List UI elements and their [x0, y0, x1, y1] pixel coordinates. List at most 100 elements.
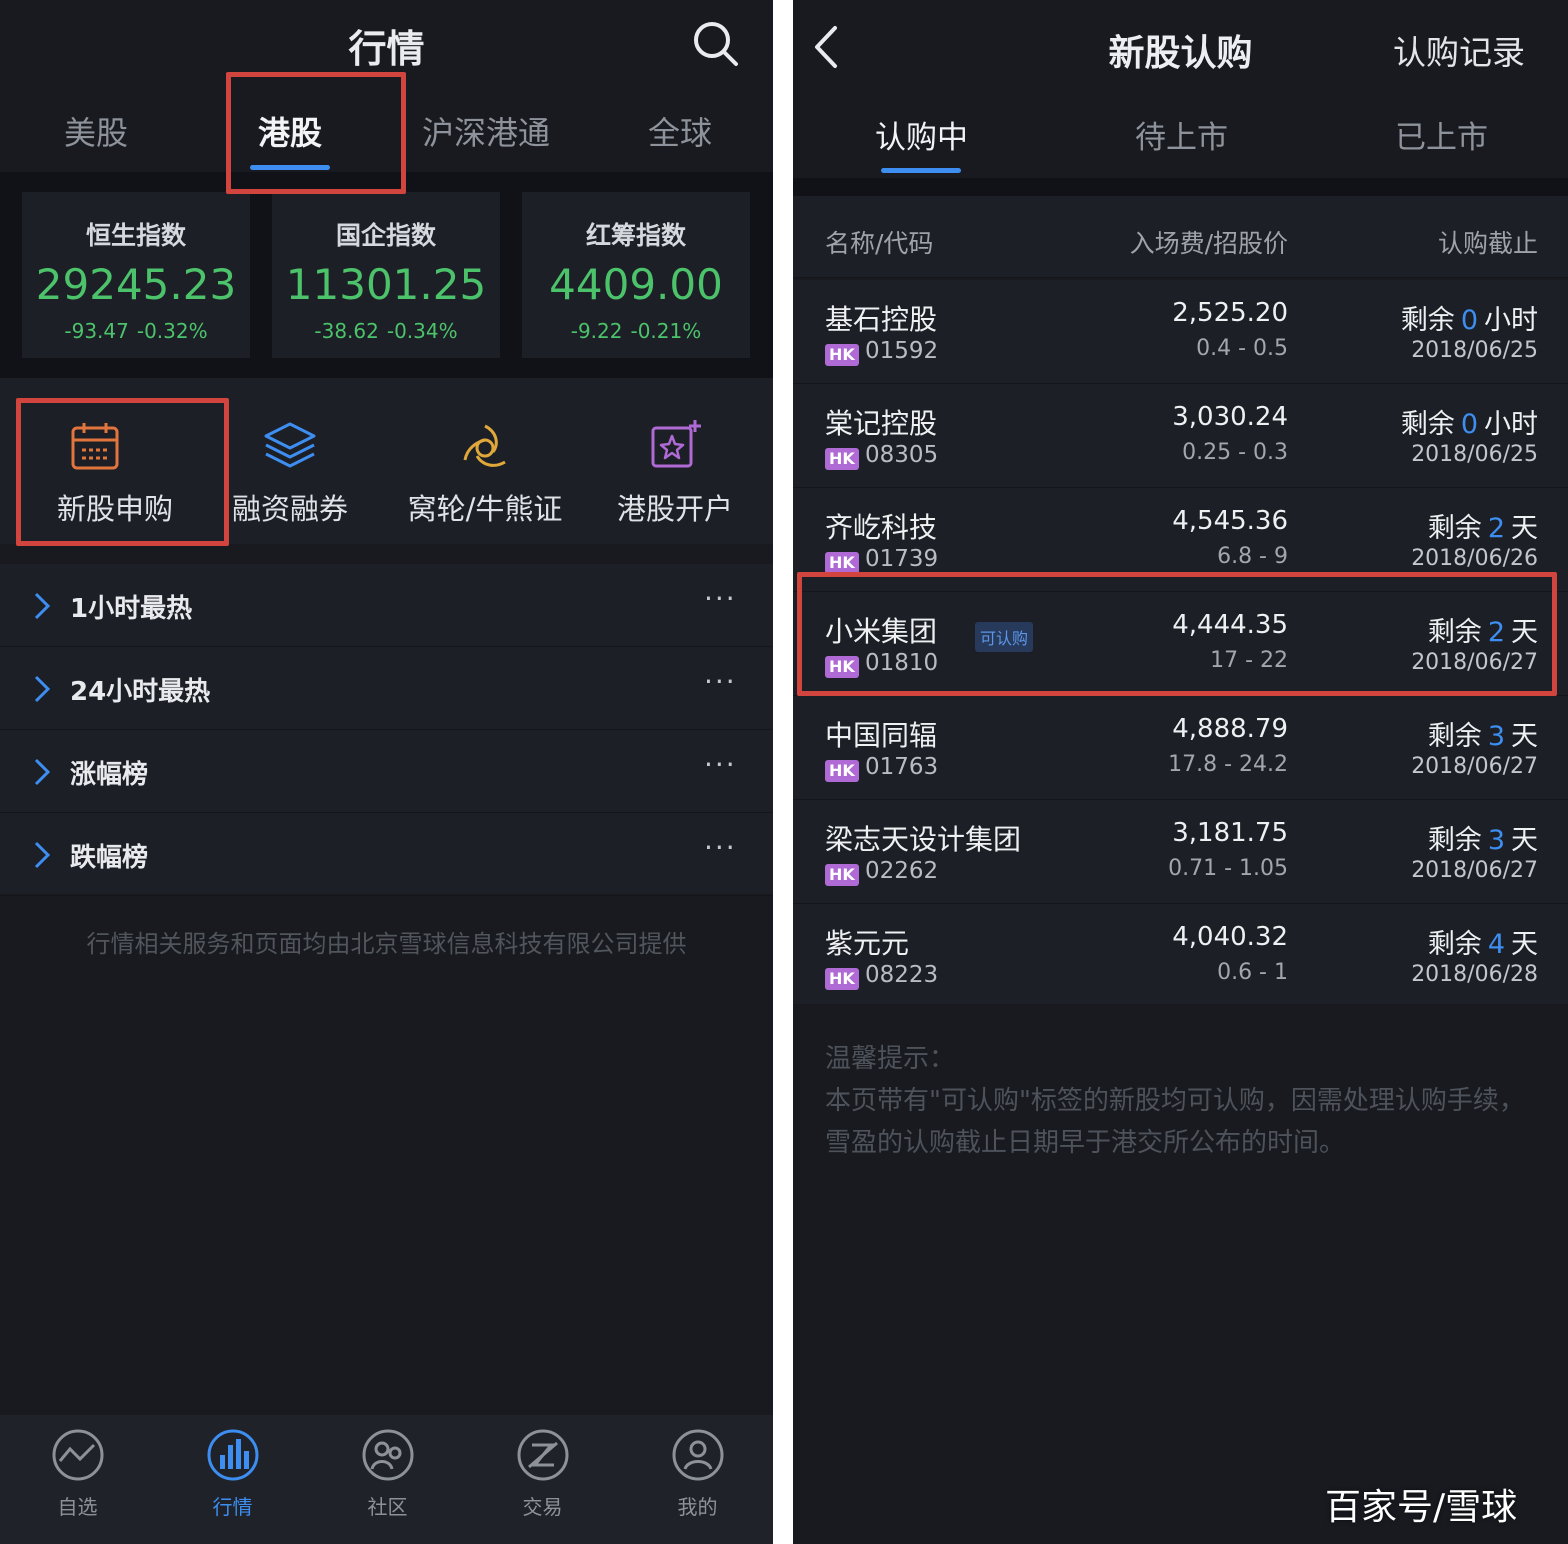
entry-fee: 2,525.20 [1172, 298, 1288, 328]
deadline-date: 2018/06/27 [1411, 754, 1538, 779]
entry-fee: 4,545.36 [1172, 506, 1288, 536]
table-row[interactable]: 棠记控股 HK 08305 3,030.24 0.25 - 0.3 剩余 0 小时 … [793, 384, 1568, 488]
tab-global[interactable]: 全球 [648, 108, 712, 154]
column-header-deadline: 认购截止 [1437, 229, 1538, 258]
ranking-lists: 1小时最热 ··· 24小时最热 ··· 涨幅榜 ··· 跌幅榜 ··· [0, 564, 773, 896]
index-card-redchip[interactable]: 红筹指数 4409.00 -9.22 -0.21% [522, 192, 750, 358]
column-header-name: 名称/代码 [825, 229, 934, 258]
chevron-right-icon [34, 841, 51, 869]
table-header: 名称/代码 入场费/招股价 认购截止 [793, 196, 1568, 278]
highlight-box-xiaomi-row [797, 572, 1557, 696]
stock-name: 棠记控股 [825, 407, 938, 440]
index-card-hscei[interactable]: 国企指数 11301.25 -38.62 -0.34% [272, 192, 500, 358]
list-item[interactable]: 涨幅榜 ··· [0, 730, 773, 813]
bottom-nav: 自选 行情 社区 交易 我的 [0, 1415, 773, 1544]
offer-price: 0.71 - 1.05 [1168, 856, 1288, 881]
entry-fee: 3,181.75 [1172, 818, 1288, 848]
subscription-record-link[interactable]: 认购记录 [1393, 26, 1525, 74]
remaining-unit: 天 [1511, 513, 1538, 544]
table-row[interactable]: 梁志天设计集团 HK 02262 3,181.75 0.71 - 1.05 剩余… [793, 800, 1568, 904]
profile-icon [672, 1429, 724, 1481]
column-header-fee: 入场费/招股价 [1129, 229, 1288, 258]
quick-action-label: 港股开户 [616, 492, 733, 526]
swirl-icon [463, 424, 506, 467]
ipo-panel: 新股认购 认购记录 认购中 待上市 已上市 名称/代码 入场费/招股价 认购截止… [793, 0, 1568, 1544]
warrants-cbbc-button[interactable]: 窝轮/牛熊证 [395, 378, 575, 544]
tab-stock-connect[interactable]: 沪深港通 [422, 108, 550, 154]
deadline-date: 2018/06/27 [1411, 858, 1538, 883]
remaining-unit: 天 [1511, 929, 1538, 960]
deadline-date: 2018/06/28 [1411, 962, 1538, 987]
market-icon [207, 1429, 259, 1481]
market-panel: 行情 美股 港股 沪深港通 全球 恒生指数 29245.23 -93.47 -0.… [0, 0, 773, 1544]
stock-name: 紫元元 [825, 927, 910, 960]
list-item[interactable]: 24小时最热 ··· [0, 647, 773, 730]
entry-fee: 3,030.24 [1172, 402, 1288, 432]
remaining-unit: 天 [1511, 825, 1538, 856]
index-value: 4409.00 [549, 260, 723, 309]
tab-us-stocks[interactable]: 美股 [64, 108, 128, 154]
nav-label: 我的 [677, 1495, 718, 1519]
tab-subscribing[interactable]: 认购中 [875, 112, 968, 157]
tips-text: 温馨提示： 本页带有"可认购"标签的新股均可认购，因需处理认购手续，雪盈的认购截… [825, 1038, 1525, 1164]
watermark: 百家号/雪球 [1325, 1487, 1518, 1528]
list-item-label: 1小时最热 [70, 594, 193, 624]
highlight-box-hk-tab [226, 72, 406, 194]
stock-code: 01739 [865, 546, 939, 572]
more-icon[interactable]: ··· [704, 582, 737, 615]
list-item[interactable]: 跌幅榜 ··· [0, 813, 773, 896]
tab-pending-listing[interactable]: 待上市 [1135, 112, 1228, 157]
stock-name: 梁志天设计集团 [825, 823, 1022, 856]
offer-price: 0.25 - 0.3 [1182, 440, 1288, 465]
search-icon[interactable] [690, 18, 740, 68]
index-value: 29245.23 [35, 260, 237, 309]
quick-action-label: 融资融券 [231, 492, 348, 526]
index-card-hsi[interactable]: 恒生指数 29245.23 -93.47 -0.32% [22, 192, 250, 358]
offer-price: 0.6 - 1 [1217, 960, 1288, 985]
index-change-points: -9.22 [570, 319, 623, 343]
nav-label: 自选 [57, 1495, 98, 1519]
tips-body: 本页带有"可认购"标签的新股均可认购，因需处理认购手续，雪盈的认购截止日期早于港… [825, 1086, 1525, 1158]
watchlist-icon [52, 1429, 104, 1481]
table-row[interactable]: 紫元元 HK 08223 4,040.32 0.6 - 1 剩余 4 天 2018/… [793, 904, 1568, 1008]
offer-price: 17.8 - 24.2 [1168, 752, 1288, 777]
stock-code: 01592 [865, 338, 939, 364]
remaining-unit: 小时 [1484, 409, 1538, 440]
stock-code: 08305 [865, 442, 939, 468]
index-name: 红筹指数 [585, 221, 686, 250]
hk-badge: HK [825, 552, 859, 574]
index-change-points: -93.47 [64, 319, 129, 343]
nav-community[interactable]: 社区 [310, 1415, 465, 1544]
divider [793, 178, 1568, 196]
index-name: 国企指数 [335, 221, 436, 250]
list-item-label: 涨幅榜 [70, 760, 149, 790]
chevron-right-icon [34, 675, 51, 703]
open-hk-account-button[interactable]: 港股开户 [600, 378, 750, 544]
nav-watchlist[interactable]: 自选 [0, 1415, 155, 1544]
nav-market[interactable]: 行情 [155, 1415, 310, 1544]
nav-label: 社区 [367, 1495, 408, 1519]
time-remaining: 剩余 4 天 [1428, 922, 1538, 961]
quick-action-label: 窝轮/牛熊证 [407, 492, 563, 526]
hk-badge: HK [825, 968, 859, 990]
list-item[interactable]: 1小时最热 ··· [0, 564, 773, 647]
nav-profile[interactable]: 我的 [620, 1415, 773, 1544]
tab-listed[interactable]: 已上市 [1395, 112, 1488, 157]
nav-label: 行情 [212, 1495, 253, 1519]
table-row[interactable]: 基石控股 HK 01592 2,525.20 0.4 - 0.5 剩余 0 小时 2… [793, 280, 1568, 384]
time-remaining: 剩余 3 天 [1428, 714, 1538, 753]
flower-icon [651, 420, 701, 468]
nav-trade[interactable]: 交易 [465, 1415, 620, 1544]
stock-code: 01763 [865, 754, 939, 780]
margin-trading-button[interactable]: 融资融券 [215, 378, 365, 544]
more-icon[interactable]: ··· [704, 748, 737, 781]
hk-badge: HK [825, 760, 859, 782]
more-icon[interactable]: ··· [704, 665, 737, 698]
index-change: -38.62 -0.34% [272, 319, 500, 343]
tips-title: 温馨提示： [825, 1044, 956, 1074]
more-icon[interactable]: ··· [704, 831, 737, 864]
index-change: -9.22 -0.21% [522, 319, 750, 343]
time-remaining: 剩余 0 小时 [1401, 402, 1538, 441]
remaining-number: 0 [1460, 305, 1478, 336]
table-row[interactable]: 中国同辐 HK 01763 4,888.79 17.8 - 24.2 剩余 3 天 … [793, 696, 1568, 800]
